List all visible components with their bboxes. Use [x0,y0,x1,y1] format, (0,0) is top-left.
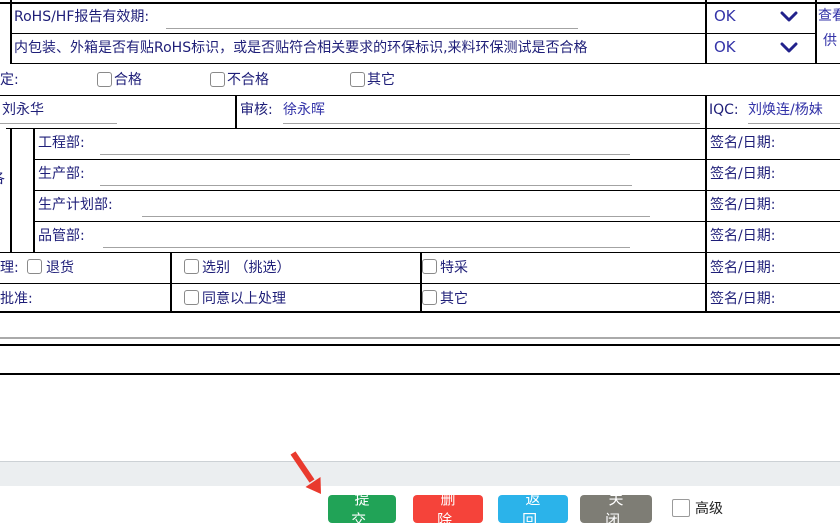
table-border [815,0,817,63]
checkbox-fail-label: 不合格 [227,71,269,89]
inspector-name: 刘永华 [2,101,44,119]
packaging-question-label: 内包装、外箱是否有贴RoHS标识，或是否贴符合相关要求的环保标识,来料环保测试是… [14,39,588,57]
sign-date-label: 签名/日期: [710,290,775,308]
judgement-label: 定: [0,71,19,89]
dept-planning-label: 生产计划部: [38,196,113,214]
table-border [10,128,12,252]
table-border [6,128,840,129]
divider-rule [0,344,840,346]
annotation-arrow [283,448,333,500]
reviewer-underline [283,123,700,124]
checkbox-agree-handling[interactable] [184,290,199,305]
table-border [705,95,707,311]
review-label: 审核: [240,101,273,119]
checkbox-return-goods[interactable] [27,259,42,274]
checkbox-pass[interactable] [97,72,112,87]
checkbox-return-goods-label: 退货 [46,259,74,277]
delete-button[interactable]: 删 除 [413,495,483,523]
inspector-underline [0,123,117,124]
sign-date-label: 签名/日期: [710,259,775,277]
advanced-checkbox-label: 高级 [695,500,723,518]
close-button[interactable]: 关 闭 [580,495,652,523]
table-border [170,252,172,311]
checkbox-other-approval[interactable] [422,290,437,305]
iqc-underline [748,123,840,124]
sign-date-label: 签名/日期: [710,134,775,152]
table-border [0,311,840,313]
footer-divider-band [0,461,840,486]
checkbox-special-accept[interactable] [422,259,437,274]
rohs-validity-input[interactable] [166,28,578,29]
truncated-side-label: 各 [0,170,5,188]
table-border [33,221,840,222]
checkbox-fail[interactable] [210,72,225,87]
dept-quality-label: 品管部: [38,227,85,245]
submit-button[interactable]: 提 交 [328,495,396,523]
sign-date-label: 签名/日期: [710,227,775,245]
dept-production-label: 生产部: [38,165,85,183]
rohs-validity-label: RoHS/HF报告有效期: [14,8,149,26]
rohs-status-dropdown[interactable]: OK [714,7,736,27]
divider-rule [0,373,840,375]
table-border [33,190,840,191]
iqc-form-page: RoHS/HF报告有效期: OK 查看 供 内包装、外箱是否有贴RoHS标识，或… [0,0,840,526]
table-border [33,128,35,252]
iqc-names: 刘焕连/杨妹 [748,101,823,119]
checkbox-special-accept-label: 特采 [440,259,468,277]
checkbox-other-judgement-label: 其它 [367,71,395,89]
table-border [10,33,815,34]
table-border [0,95,840,96]
table-border [235,95,237,128]
sign-date-label: 签名/日期: [710,165,775,183]
checkbox-sorting[interactable] [184,259,199,274]
dept-input[interactable] [100,185,632,186]
checkbox-agree-handling-label: 同意以上处理 [202,290,286,308]
dept-input[interactable] [100,154,630,155]
divider-rule-gray [0,337,840,339]
dept-input[interactable] [103,247,630,248]
checkbox-other-judgement[interactable] [350,72,365,87]
checkbox-other-approval-label: 其它 [440,290,468,308]
reviewer-name: 徐永晖 [283,101,325,119]
table-border [33,159,840,160]
sign-date-label: 签名/日期: [710,196,775,214]
view-report-link[interactable]: 查看 [818,7,840,25]
handling-label: 理: [0,259,19,277]
chevron-down-icon[interactable] [780,11,798,23]
dept-input[interactable] [142,216,650,217]
table-border [10,63,840,64]
approval-label: 批准: [0,290,33,308]
checkbox-sorting-label: 选别 （挑选） [202,259,290,277]
table-border [10,0,12,63]
chevron-down-icon[interactable] [780,42,798,54]
table-border [705,0,707,63]
table-border [0,2,840,4]
checkbox-pass-label: 合格 [114,71,142,89]
back-button[interactable]: 返 回 [498,495,568,523]
iqc-label: IQC: [709,101,739,119]
dept-engineering-label: 工程部: [38,134,85,152]
packaging-status-dropdown[interactable]: OK [714,38,736,58]
advanced-checkbox[interactable] [672,499,690,517]
view-report-link-line2: 供 [823,32,837,50]
